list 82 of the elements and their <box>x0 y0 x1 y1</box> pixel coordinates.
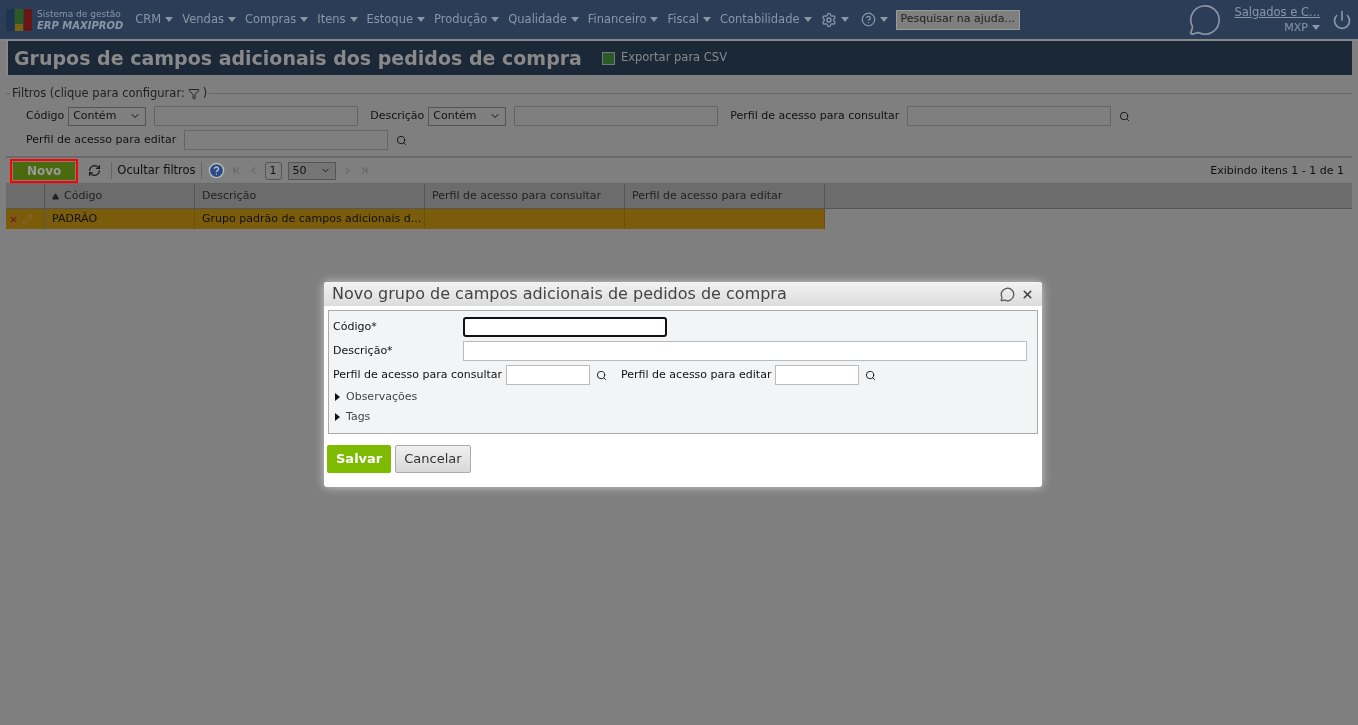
items-summary: Exibindo itens 1 - 1 de 1 <box>1210 162 1344 179</box>
filter-input[interactable] <box>907 106 1112 127</box>
caret-icon <box>417 17 425 22</box>
lookup-input[interactable] <box>506 365 591 385</box>
filters-legend-end: ) <box>202 85 208 102</box>
caret-icon <box>349 17 358 22</box>
cancel-button[interactable]: Cancelar <box>395 445 471 473</box>
spreadsheet-icon <box>601 51 615 65</box>
menu-item[interactable]: CRM <box>135 10 174 29</box>
menu-item[interactable]: Qualidade <box>508 10 579 29</box>
logo-name: ERP MAXIPROD <box>37 19 124 31</box>
chat-icon[interactable] <box>1188 2 1223 37</box>
help-icon[interactable] <box>860 12 876 27</box>
field-label: Código* <box>333 318 378 335</box>
caret-icon <box>879 17 888 22</box>
field-label: Descrição* <box>333 342 394 359</box>
field-label: Perfil de acesso para consultar <box>333 366 503 383</box>
collapsed-triangle-icon <box>335 393 340 401</box>
export-button[interactable]: Exportar para CSV <box>601 49 727 67</box>
close-icon[interactable] <box>1021 287 1034 301</box>
filter-label: Perfil de acesso para editar <box>26 132 177 148</box>
operator-select[interactable]: Contém <box>428 106 507 126</box>
table-cell: PADRÃO <box>45 209 195 230</box>
user-menu[interactable]: MXP <box>1284 19 1320 35</box>
section-toggle[interactable]: Observações <box>333 389 1033 405</box>
save-button[interactable]: Salvar <box>327 445 392 473</box>
caret-icon <box>570 17 579 22</box>
filter-label: Descrição <box>370 108 425 124</box>
menu-item[interactable]: Compras <box>244 10 309 29</box>
menu-item[interactable]: Financeiro <box>587 10 659 29</box>
caret-icon <box>803 17 812 22</box>
column-header[interactable]: Perfil de acesso para editar <box>625 184 825 209</box>
caret-icon <box>165 17 174 22</box>
column-header[interactable]: Código <box>45 184 195 209</box>
caret-icon <box>227 17 236 22</box>
new-button[interactable]: Novo <box>13 161 76 180</box>
power-icon[interactable] <box>1332 9 1352 30</box>
menu-item[interactable]: Estoque <box>366 10 425 29</box>
menu-item[interactable]: Vendas <box>182 10 236 29</box>
logo-subtitle: Sistema de gestão <box>37 8 122 20</box>
page-size-select[interactable]: 50 <box>287 161 336 180</box>
caret-icon <box>703 17 711 22</box>
caret-icon <box>491 17 500 22</box>
search-icon[interactable] <box>865 369 877 381</box>
filter-input[interactable] <box>154 106 359 127</box>
section-toggle[interactable]: Tags <box>333 409 1033 425</box>
caret-icon <box>1312 24 1320 30</box>
text-input[interactable] <box>463 341 1027 361</box>
sort-ascending-icon <box>52 192 59 200</box>
caret-icon <box>840 17 849 22</box>
logo-icon <box>6 8 32 31</box>
dialog-title: Novo grupo de campos adicionais de pedidos de compra <box>332 283 787 305</box>
menu-item[interactable]: Itens <box>317 10 358 29</box>
menu-item[interactable]: Fiscal <box>667 10 711 29</box>
collapsed-triangle-icon <box>335 413 340 421</box>
help-search-field[interactable]: Pesquisar na ajuda... <box>895 9 1020 30</box>
page-number[interactable]: 1 <box>264 161 282 180</box>
caret-icon <box>650 17 659 22</box>
help-icon[interactable] <box>207 162 225 180</box>
refresh-icon[interactable] <box>88 164 102 178</box>
column-header[interactable]: Perfil de acesso para consultar <box>425 184 625 209</box>
filter-label: Perfil de acesso para consultar <box>730 108 900 124</box>
filter-input[interactable] <box>514 106 719 127</box>
comment-icon[interactable] <box>1000 286 1015 302</box>
caret-icon <box>300 17 309 22</box>
company-link[interactable]: Salgados e C... <box>1234 4 1320 20</box>
menu-item[interactable]: Contabilidade <box>720 10 812 29</box>
filters-legend[interactable]: Filtros (clique para configurar: <box>12 85 185 103</box>
page-title: Grupos de campos adicionais dos pedidos de compra <box>14 45 582 71</box>
field-label: Perfil de acesso para editar <box>621 366 772 383</box>
menu-item[interactable]: Produção <box>434 10 500 29</box>
text-input[interactable] <box>463 317 667 337</box>
table-cell: Grupo padrão de campos adicionais d... <box>195 209 425 230</box>
lookup-input[interactable] <box>775 365 860 385</box>
operator-select[interactable]: Contém <box>68 106 147 126</box>
hide-filters-button[interactable]: Ocultar filtros <box>111 162 202 180</box>
settings-icon[interactable] <box>820 11 837 28</box>
search-icon[interactable] <box>596 369 608 381</box>
filter-label: Código <box>26 108 65 124</box>
filter-icon[interactable] <box>187 87 200 100</box>
filter-input[interactable] <box>184 130 389 151</box>
column-header[interactable]: Descrição <box>195 184 425 209</box>
